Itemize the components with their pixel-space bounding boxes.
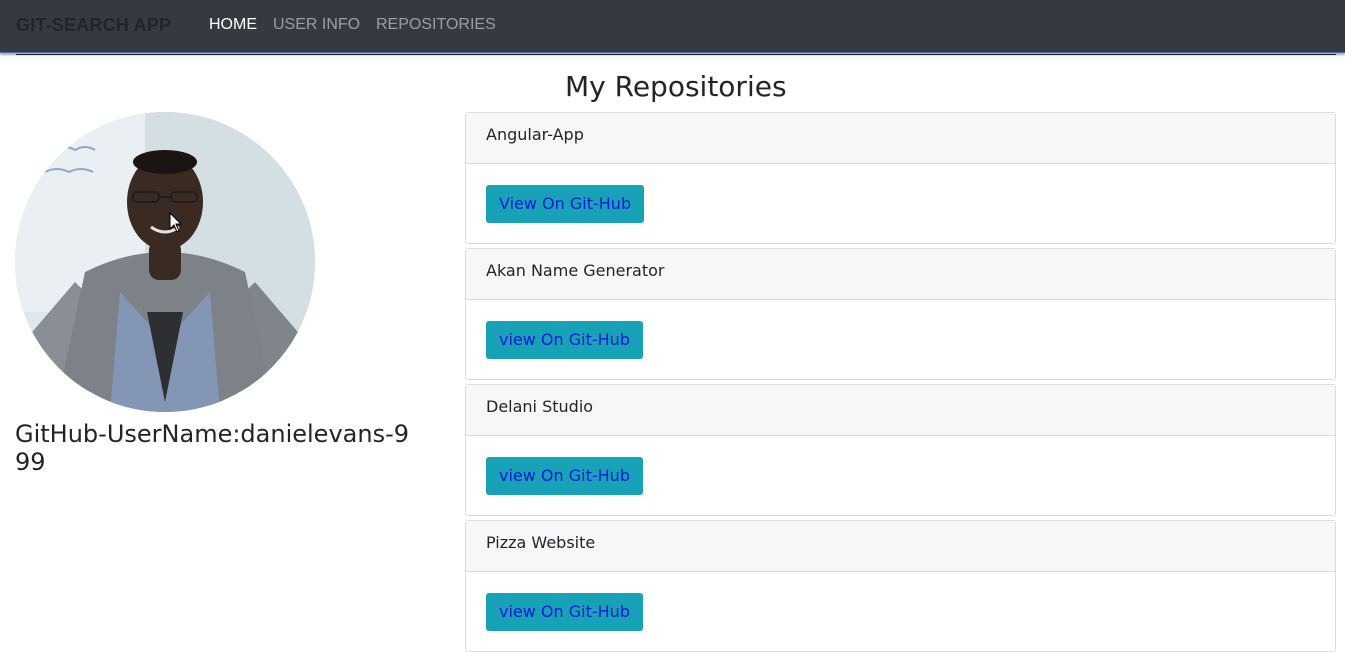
view-on-github-button[interactable]: view On Git-Hub bbox=[486, 457, 643, 495]
avatar bbox=[15, 112, 315, 412]
repo-name: Delani Studio bbox=[466, 385, 1335, 436]
repositories-heading: My Repositories bbox=[565, 70, 787, 103]
repo-card: Pizza Website view On Git-Hub bbox=[465, 520, 1336, 652]
brand-logo[interactable]: GIT-SEARCH APP bbox=[16, 15, 171, 36]
repo-name: Pizza Website bbox=[466, 521, 1335, 572]
nav-link-home[interactable]: HOME bbox=[209, 16, 257, 34]
repo-card: Delani Studio view On Git-Hub bbox=[465, 384, 1336, 516]
repo-card: Angular-App View On Git-Hub bbox=[465, 112, 1336, 244]
repo-card: Akan Name Generator view On Git-Hub bbox=[465, 248, 1336, 380]
avatar-image bbox=[15, 112, 315, 412]
divider bbox=[16, 54, 1336, 55]
github-username: GitHub-UserName:danielevans-999 bbox=[15, 420, 409, 476]
repo-name: Angular-App bbox=[466, 113, 1335, 164]
view-on-github-button[interactable]: View On Git-Hub bbox=[486, 185, 645, 223]
view-on-github-button[interactable]: view On Git-Hub bbox=[486, 321, 643, 359]
nav-link-repositories[interactable]: REPOSITORIES bbox=[376, 16, 496, 34]
navbar: GIT-SEARCH APP HOME USER INFO REPOSITORI… bbox=[0, 0, 1345, 53]
nav-link-user-info[interactable]: USER INFO bbox=[273, 16, 360, 34]
view-on-github-button[interactable]: view On Git-Hub bbox=[486, 593, 643, 631]
repo-name: Akan Name Generator bbox=[466, 249, 1335, 300]
